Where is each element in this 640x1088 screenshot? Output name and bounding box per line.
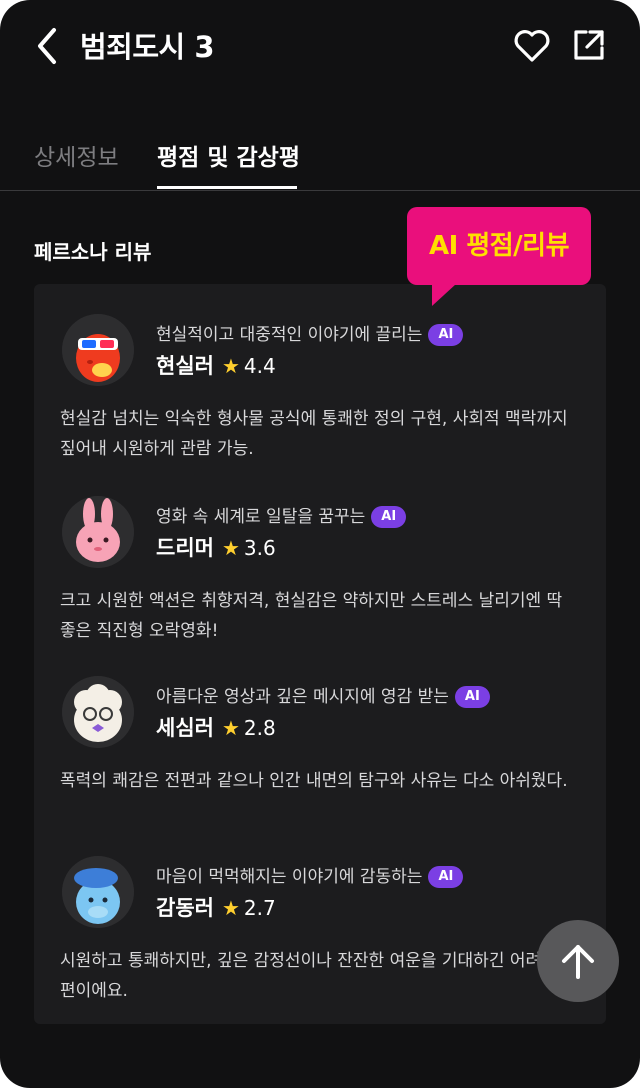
rating-value: 3.6	[243, 536, 276, 560]
tab-details[interactable]: 상세정보	[34, 138, 119, 172]
tab-ratings-reviews[interactable]: 평점 및 감상평	[157, 138, 300, 172]
star-icon: ★	[221, 536, 240, 560]
review-text: 현실감 넘치는 익숙한 형사물 공식에 통쾌한 정의 구현, 사회적 맥락까지 …	[60, 409, 568, 459]
ai-badge: AI	[428, 866, 464, 888]
star-icon: ★	[221, 896, 240, 920]
heart-outline-icon	[514, 30, 550, 62]
persona-tagline: 영화 속 세계로 일탈을 꿈꾸는 AI	[156, 502, 407, 528]
review-item: 영화 속 세계로 일탈을 꿈꾸는 AI 드리머 ★ 3.6 크고 시원한 액션은 취향…	[34, 466, 606, 641]
review-text: 시원하고 통쾌하지만, 깊은 감정선이나 잔잔한 여운을 기대하긴 어려운 편이…	[60, 951, 557, 1001]
ai-badge: AI	[454, 686, 490, 708]
persona-review-list: 현실적이고 대중적인 이야기에 끌리는 AI 현실러 ★ 4.4 현실감 넘치는 익숙…	[34, 284, 606, 1024]
persona-tagline: 마음이 먹먹해지는 이야기에 감동하는 AI	[156, 862, 464, 888]
review-text: 크고 시원한 액션은 취향저격, 현실감은 약하지만 스트레스 날리기엔 딱 좋…	[60, 591, 563, 641]
star-icon: ★	[221, 354, 240, 378]
persona-name-rating: 세심러 ★ 2.8	[156, 712, 276, 742]
back-button[interactable]	[30, 26, 66, 66]
persona-name-rating: 감동러 ★ 2.7	[156, 892, 276, 922]
persona-tagline: 현실적이고 대중적인 이야기에 끌리는 AI	[156, 320, 464, 346]
favorite-button[interactable]	[512, 26, 552, 66]
arrow-up-icon	[562, 945, 594, 979]
review-item: 마음이 먹먹해지는 이야기에 감동하는 AI 감동러 ★ 2.7 시원하고 통쾌하지만…	[34, 826, 606, 1001]
active-tab-indicator	[157, 186, 297, 189]
tagline-text: 현실적이고 대중적인 이야기에 끌리는	[156, 325, 423, 345]
ai-rating-tooltip: AI 평점/리뷰	[407, 207, 591, 285]
persona-name-rating: 드리머 ★ 3.6	[156, 532, 276, 562]
tab-bar: 상세정보 평점 및 감상평	[0, 128, 640, 191]
white-fluffy-glasses-character-avatar	[62, 676, 134, 748]
tagline-text: 마음이 먹먹해지는 이야기에 감동하는	[156, 867, 423, 887]
persona-name: 드리머	[156, 536, 214, 560]
section-title: 페르소나 리뷰	[34, 240, 152, 264]
persona-tagline: 아름다운 영상과 깊은 메시지에 영감 받는 AI	[156, 682, 490, 708]
persona-name: 감동러	[156, 896, 214, 920]
review-item: 현실적이고 대중적인 이야기에 끌리는 AI 현실러 ★ 4.4 현실감 넘치는 익숙…	[34, 284, 606, 459]
review-text: 폭력의 쾌감은 전편과 같으나 인간 내면의 탐구와 사유는 다소 아쉬웠다.	[60, 771, 568, 791]
tooltip-text: AI 평점/리뷰	[428, 231, 570, 261]
chevron-left-icon	[38, 28, 56, 64]
persona-name-rating: 현실러 ★ 4.4	[156, 350, 276, 380]
app-screen: 범죄도시 3 상세정보 평점 및 감상평 페르소나 리뷰 현실적이고 대중적인 …	[0, 0, 640, 1088]
ai-badge: AI	[371, 506, 407, 528]
blue-beret-character-avatar	[62, 856, 134, 928]
page-title: 범죄도시 3	[80, 30, 215, 64]
pink-bunny-character-avatar	[62, 496, 134, 568]
share-button[interactable]	[570, 26, 608, 64]
persona-name: 세심러	[156, 716, 214, 740]
share-external-icon	[574, 30, 604, 60]
review-item: 아름다운 영상과 깊은 메시지에 영감 받는 AI 세심러 ★ 2.8 폭력의 쾌감은…	[34, 646, 606, 816]
rating-value: 2.8	[243, 716, 276, 740]
ai-badge: AI	[428, 324, 464, 346]
scroll-to-top-button[interactable]	[537, 920, 619, 1002]
rating-value: 4.4	[243, 354, 276, 378]
tagline-text: 아름다운 영상과 깊은 메시지에 영감 받는	[156, 687, 449, 707]
star-icon: ★	[221, 716, 240, 740]
tooltip-tail	[432, 284, 458, 306]
tagline-text: 영화 속 세계로 일탈을 꿈꾸는	[156, 507, 366, 527]
top-bar: 범죄도시 3	[0, 0, 640, 92]
red-popcorn-character-avatar	[62, 314, 134, 386]
persona-name: 현실러	[156, 354, 214, 378]
rating-value: 2.7	[243, 896, 276, 920]
